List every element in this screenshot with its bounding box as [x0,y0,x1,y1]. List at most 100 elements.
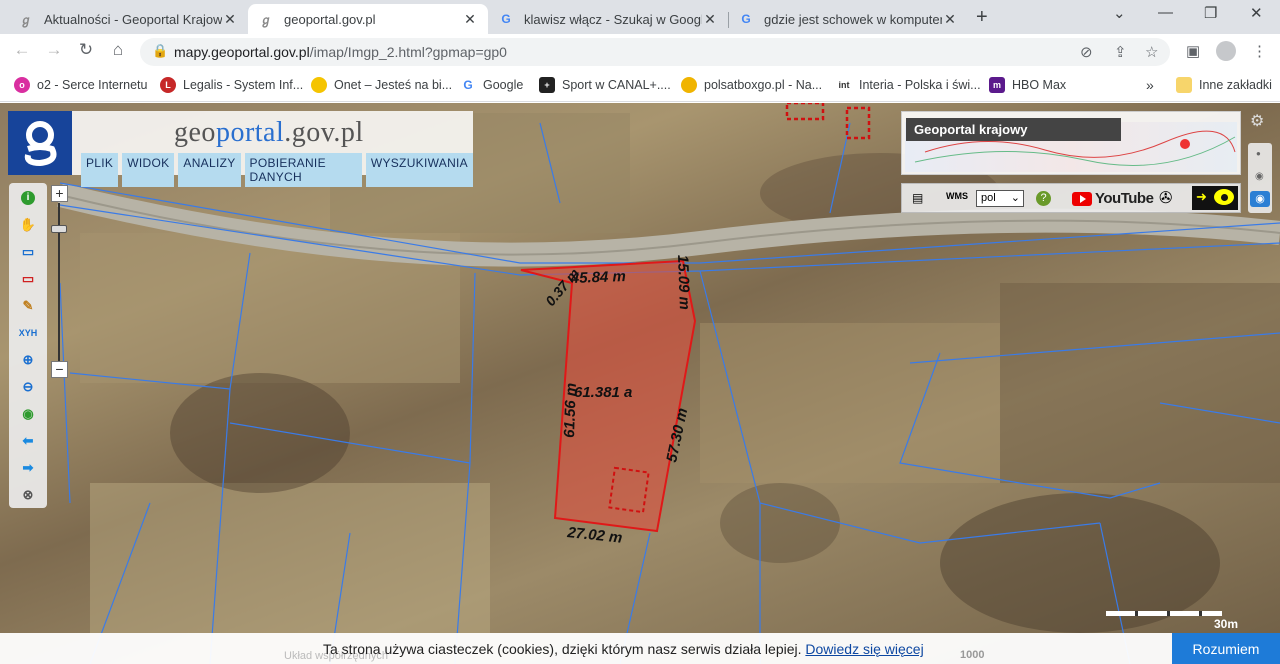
tab-geoportal[interactable]: ℊ geoportal.gov.pl ✕ [248,4,488,34]
eye-off-icon[interactable]: ⊘ [1080,43,1093,61]
bookmark-o2[interactable]: o o2 - Serce Internetu [14,77,147,93]
info-icon[interactable]: i [18,188,38,208]
new-tab-icon[interactable]: + [976,6,988,29]
eye-small-icon[interactable]: ◉ [1255,171,1264,182]
map-tools: i ✋ ▭ ▭ ✎ XYH ⊕ ⊖ ◉ ⬅ ➡ ⊗ [9,183,47,508]
address-bar[interactable]: 🔒 mapy.geoportal.gov.pl/imap/Imgp_2.html… [140,38,1170,66]
arrow-forward-icon[interactable]: ➡ [18,458,38,478]
pencil-icon[interactable]: ✎ [18,296,38,316]
cookie-accept-button[interactable]: Rozumiem [1172,633,1280,664]
close-icon[interactable]: ✕ [702,11,718,28]
settings-gear-icon[interactable]: ⚙ [1250,111,1264,131]
pan-hand-icon[interactable]: ✋ [18,215,38,235]
xyh-icon[interactable]: XYH [18,323,38,343]
youtube-link[interactable]: YouTube [1072,190,1154,207]
tab-aktualnosci[interactable]: ℊ Aktualności - Geoportal Krajowy ✕ [8,4,248,34]
bookmark-hbo[interactable]: m HBO Max [989,77,1066,93]
window-close-icon[interactable]: ✕ [1250,4,1263,22]
menu-widok[interactable]: WIDOK [122,153,175,187]
home-icon[interactable]: ⌂ [106,40,130,60]
dot-icon[interactable]: ● [1256,149,1261,158]
tab-search-icon[interactable]: ⌄ [1113,4,1126,22]
reload-icon[interactable]: ↻ [74,40,98,60]
browser-toolbar: ← → ↻ ⌂ 🔒 mapy.geoportal.gov.pl/imap/Img… [0,34,1280,70]
bookmark-canal[interactable]: + Sport w CANAL+.... [539,77,671,93]
sidepanel-icon[interactable]: ▣ [1186,42,1200,60]
accessibility-icon[interactable]: ✇ [1159,188,1172,208]
bookmark-onet[interactable]: Onet – Jesteś na bi... [311,77,452,93]
contrast-toggle[interactable]: ➜ [1192,186,1238,210]
close-icon[interactable]: ✕ [222,11,238,28]
language-select[interactable]: pol ⌄ [976,190,1024,207]
bookmark-label: Legalis - System Inf... [183,78,304,92]
cookie-learn-more-link[interactable]: Dowiedz się więcej [805,641,923,657]
arrow-back-icon[interactable]: ⬅ [18,431,38,451]
map-viewport[interactable]: 45.84 m 15.09 m 57.30 m 27.02 m 61.56 m … [0,103,1280,664]
edge-label-bottom: 27.02 m [566,524,624,547]
eye-icon [1214,189,1234,205]
globe-icon[interactable]: ◉ [18,404,38,424]
back-icon[interactable]: ← [10,40,34,60]
profile-avatar[interactable] [1216,41,1236,61]
bookmark-label: Onet – Jesteś na bi... [334,78,453,92]
menu-pobieranie-danych[interactable]: POBIERANIE DANYCH [244,153,362,187]
forward-icon[interactable]: → [42,40,66,60]
menu-analizy[interactable]: ANALIZY [178,153,241,187]
scale-bar [1106,611,1222,616]
other-bookmarks[interactable]: Inne zakładki [1176,77,1272,93]
minimize-icon[interactable]: — [1158,4,1173,21]
zoom-minus-button[interactable]: − [51,361,68,378]
folder-icon [1176,77,1192,93]
scale-label: 30m [1214,617,1239,631]
restore-icon[interactable]: ❐ [1204,4,1217,22]
language-value: pol [981,192,996,204]
overview-map[interactable]: Geoportal krajowy [901,111,1241,175]
select-feature-icon[interactable]: ▭ [18,269,38,289]
tab-title: gdzie jest schowek w komputerze [764,11,942,27]
layers-icon[interactable]: ▤ [912,191,923,205]
zoom-slider[interactable]: + − [49,183,69,383]
url-host: mapy.geoportal.gov.pl [174,44,310,60]
star-icon[interactable]: ☆ [1145,43,1158,61]
youtube-label: YouTube [1095,190,1154,207]
wordmark-suffix: .gov.pl [284,117,364,148]
select-area-icon[interactable]: ▭ [18,242,38,262]
bookmark-google[interactable]: G Google [460,77,523,93]
geoportal-icon: ℊ [259,12,272,27]
wms-icon[interactable]: WMS [946,191,968,201]
more-bookmarks-icon[interactable]: » [1146,77,1154,93]
edge-label-right: 57.30 m [663,406,691,463]
zoom-plus-button[interactable]: + [51,185,68,202]
zoom-out-icon[interactable]: ⊖ [18,377,38,397]
close-icon[interactable]: ✕ [462,11,478,28]
clear-icon[interactable]: ⊗ [18,485,38,505]
o2-icon: o [14,77,30,93]
view-toggle-icon[interactable]: ◉ [1250,191,1270,207]
plot-area-label: 61.381 a [574,384,632,401]
zoom-handle[interactable] [51,225,67,233]
share-icon[interactable]: ⇪ [1114,43,1127,61]
bookmark-polsat[interactable]: polsatboxgo.pl - Na... [681,77,822,93]
polsat-icon [681,77,697,93]
bookmark-label: HBO Max [1012,78,1067,92]
geoportal-wordmark: geoportal.gov.pl [174,117,364,149]
bookmark-label: Interia - Polska i świ... [859,78,981,92]
menu-dots-icon[interactable]: ⋮ [1252,42,1267,60]
edge-label-right-top: 15.09 m [674,255,693,311]
close-icon[interactable]: ✕ [942,11,958,28]
menu-wyszukiwania[interactable]: WYSZUKIWANIA [365,153,473,187]
tab-google-search-1[interactable]: G klawisz włącz - Szukaj w Google ✕ [488,4,728,34]
zoom-in-icon[interactable]: ⊕ [18,350,38,370]
scale-ratio: 1000 [960,649,985,661]
geoportal-logo[interactable] [8,111,72,175]
url-text[interactable]: mapy.geoportal.gov.pl/imap/Imgp_2.html?g… [174,44,507,60]
tab-google-search-2[interactable]: G gdzie jest schowek w komputerze ✕ [728,4,968,34]
cookie-banner: Układ współrzędnych 1000 Ta strona używa… [0,633,1280,664]
edge-label-corner: 0.37 m [542,265,582,309]
menu-plik[interactable]: PLIK [81,153,119,187]
google-icon: G [460,77,476,93]
bookmark-legalis[interactable]: L Legalis - System Inf... [160,77,303,93]
bookmark-interia[interactable]: int Interia - Polska i świ... [836,77,981,93]
lock-icon[interactable]: 🔒 [152,43,168,59]
help-icon[interactable]: ? [1036,191,1051,206]
